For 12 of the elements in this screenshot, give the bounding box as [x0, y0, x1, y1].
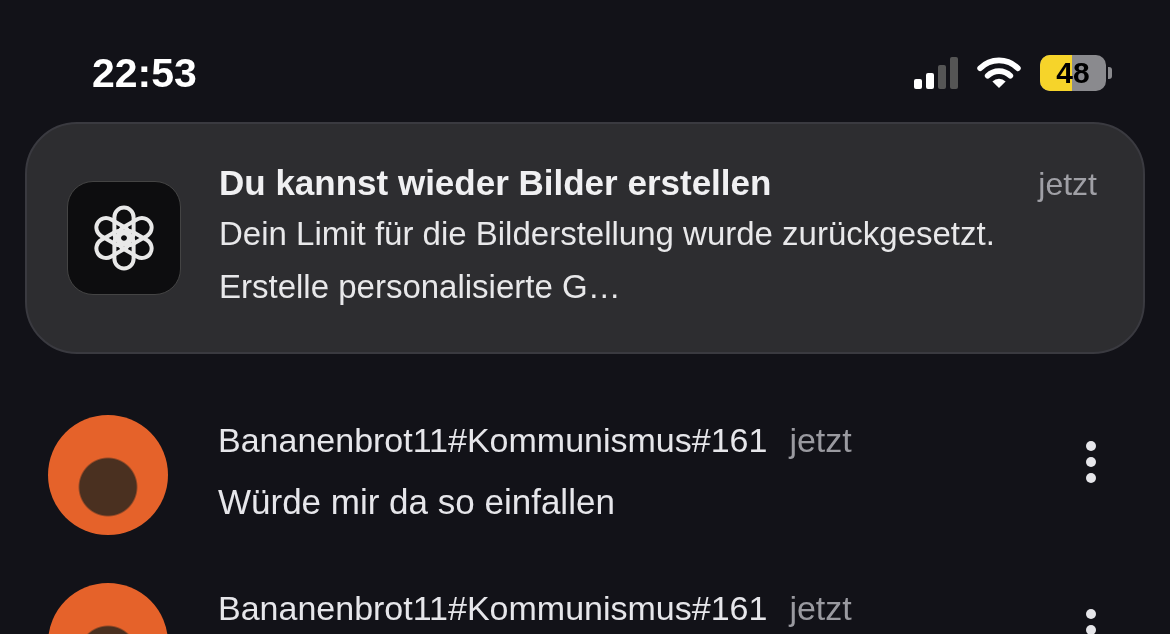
comment-time: jetzt — [789, 421, 852, 460]
wifi-icon — [976, 56, 1022, 90]
comment-time: jetzt — [789, 589, 852, 628]
notification-time: jetzt — [1038, 166, 1097, 203]
comment-text: Würde mir da so einfallen — [218, 482, 616, 522]
notification-banner[interactable]: Du kannst wieder Bilder erstellen jetzt Dein Limit für die Bilderstellung wurde zurückgesetzt. Erstelle personalisierte G… — [25, 122, 1145, 354]
notification-text: Dein Limit für die Bilderstellung wurde zurückgesetzt. Erstelle personalisierte G… — [219, 214, 996, 307]
signal-icon — [914, 57, 958, 89]
comment-author: Bananenbrot11#Kommunismus#161 — [218, 589, 768, 628]
notification-title: Du kannst wieder Bilder erstellen — [219, 163, 772, 203]
comment-author: Bananenbrot11#Kommunismus#161 — [218, 421, 768, 460]
clock-time: 22:53 — [92, 49, 197, 97]
